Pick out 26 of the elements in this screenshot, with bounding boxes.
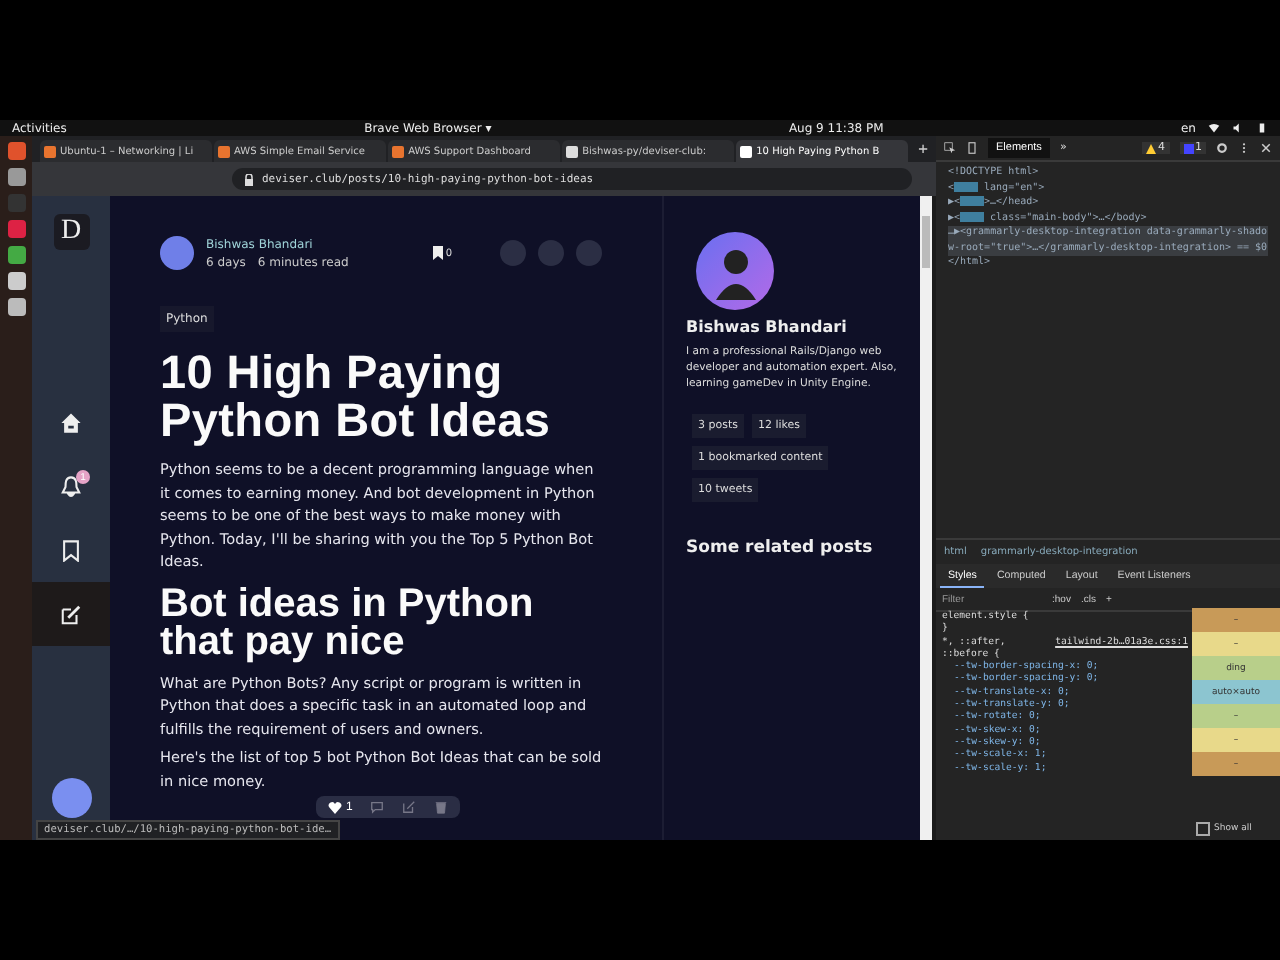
close-icon: [1260, 142, 1272, 154]
trash-icon: [434, 800, 449, 814]
edit-icon: [60, 603, 82, 625]
home-icon: [60, 411, 82, 433]
site-logo[interactable]: D: [53, 214, 89, 250]
bell-icon: [60, 475, 82, 497]
new-tab-button[interactable]: +: [910, 140, 936, 158]
lock-icon: [244, 173, 254, 185]
battery-icon: [1255, 122, 1268, 134]
scrollbar-thumb[interactable]: [922, 216, 930, 268]
inspect-icon: [944, 142, 956, 154]
show-all-checkbox[interactable]: [1196, 822, 1210, 836]
edit-icon: [402, 800, 417, 814]
author-avatar: [160, 236, 194, 270]
write-button[interactable]: [32, 582, 110, 646]
settings-icon: [1216, 142, 1228, 154]
device-toggle-icon: [966, 142, 978, 154]
comment-icon: [370, 800, 385, 814]
section-heading: Bot ideas in Python that pay nice: [160, 585, 536, 661]
profile-name: Bishwas Bhandari: [686, 318, 849, 336]
post-title: 10 High Paying Python Bot Ideas: [160, 348, 553, 444]
related-posts-heading: Some related posts: [686, 538, 875, 558]
network-icon: [1207, 122, 1220, 134]
bookmark-icon: [60, 539, 82, 561]
user-avatar[interactable]: [51, 778, 91, 818]
profile-avatar: [696, 232, 774, 310]
